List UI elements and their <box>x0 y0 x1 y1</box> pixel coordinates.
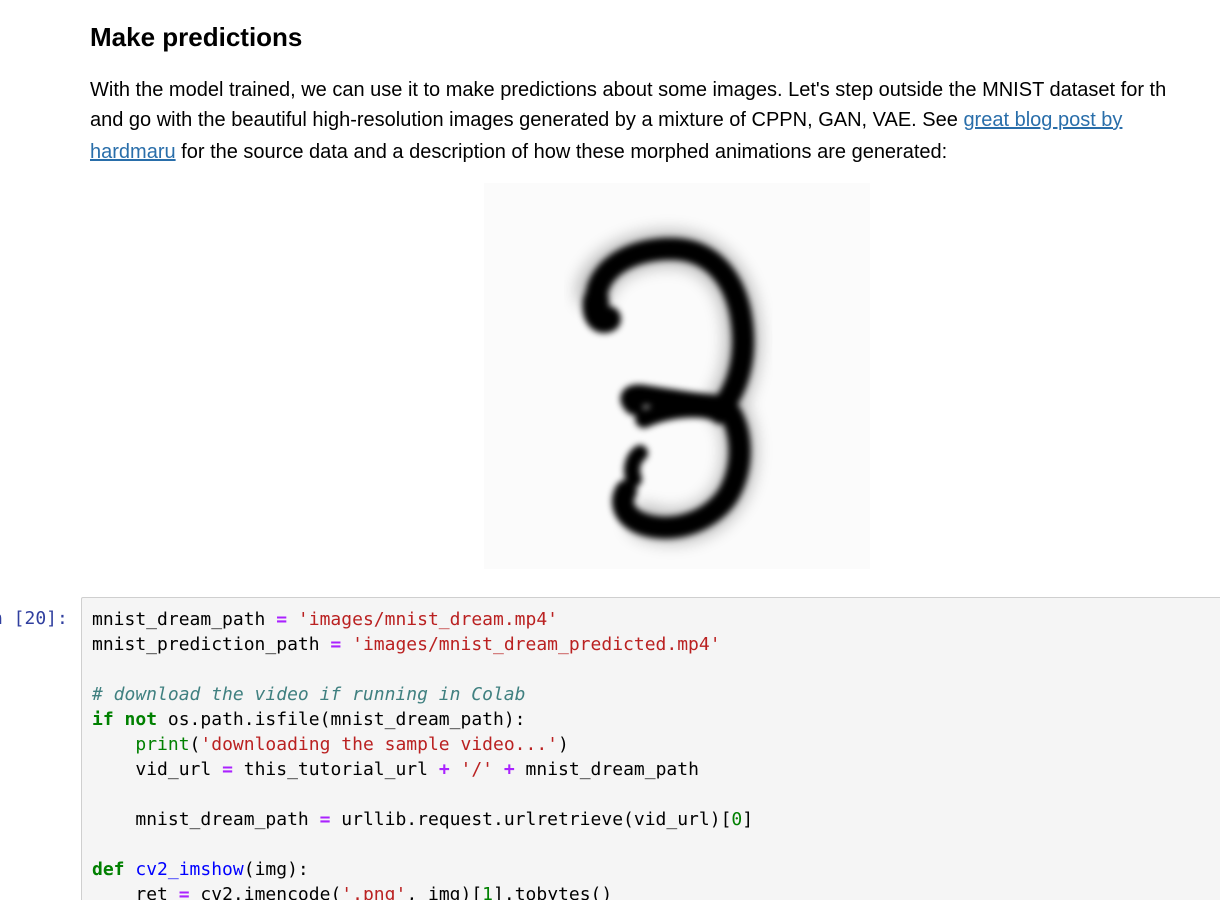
code-editor[interactable]: mnist_dream_path = 'images/mnist_dream.m… <box>81 597 1220 900</box>
code-line: if not os.path.isfile(mnist_dream_path): <box>92 709 526 730</box>
paragraph-line: hardmaru for the source data and a descr… <box>90 136 1220 168</box>
code-line: print('downloading the sample video...') <box>135 734 569 755</box>
section-heading: Make predictions <box>90 22 303 52</box>
blog-post-link-continued[interactable]: hardmaru <box>90 141 176 163</box>
blog-post-link[interactable]: great blog post by <box>963 109 1122 131</box>
paragraph-line: and go with the beautiful high-resolutio… <box>90 104 1220 136</box>
cell-prompt: n [20]: <box>0 608 68 629</box>
digit-three-drawing <box>576 230 761 544</box>
code-comment: # download the video if running in Colab <box>92 684 526 705</box>
code-line: ret = cv2.imencode('.png', img)[1].tobyt… <box>135 884 613 900</box>
code-line: mnist_dream_path = 'images/mnist_dream.m… <box>92 609 559 630</box>
code-line: mnist_prediction_path = 'images/mnist_dr… <box>92 634 721 655</box>
paragraph-text: With the model trained, we can use it to… <box>90 79 1167 101</box>
paragraph-line: With the model trained, we can use it to… <box>90 74 1220 106</box>
handwritten-digit-three-image <box>484 183 870 569</box>
code-line: mnist_dream_path = urllib.request.urlret… <box>135 809 754 830</box>
code-line: vid_url = this_tutorial_url + '/' + mnis… <box>135 759 699 780</box>
code-line: def cv2_imshow(img): <box>92 859 309 880</box>
paragraph-text: for the source data and a description of… <box>175 141 948 163</box>
paragraph-text: and go with the beautiful high-resolutio… <box>90 109 964 131</box>
